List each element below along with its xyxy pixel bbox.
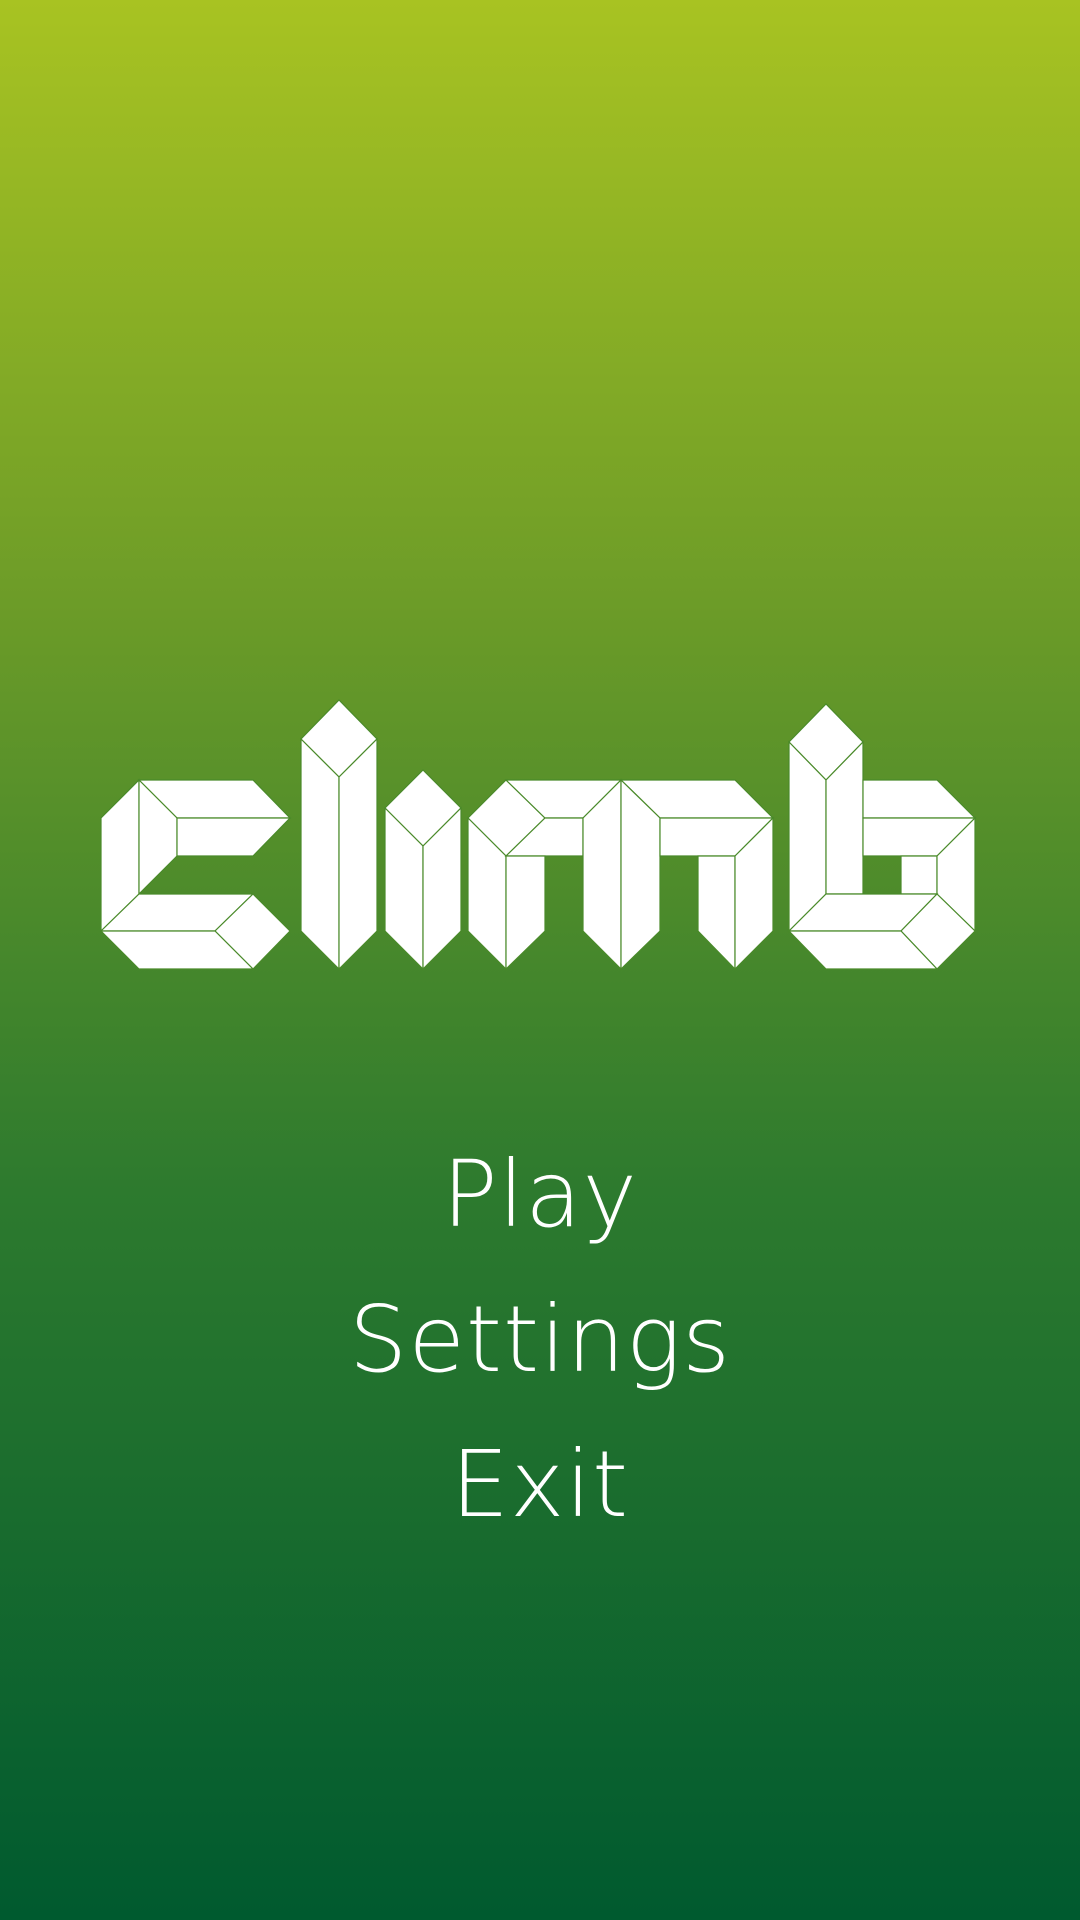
- logo-letter-m: [467, 778, 775, 971]
- main-menu-screen: climb Play Settings Exit: [0, 0, 1080, 1920]
- play-button[interactable]: Play: [0, 1145, 1080, 1245]
- exit-button[interactable]: Exit: [0, 1435, 1080, 1535]
- climb-logo: climb: [0, 0, 1080, 1920]
- logo-letter-i: [384, 769, 462, 971]
- settings-button[interactable]: Settings: [0, 1290, 1080, 1390]
- logo-letter-l: [300, 699, 378, 971]
